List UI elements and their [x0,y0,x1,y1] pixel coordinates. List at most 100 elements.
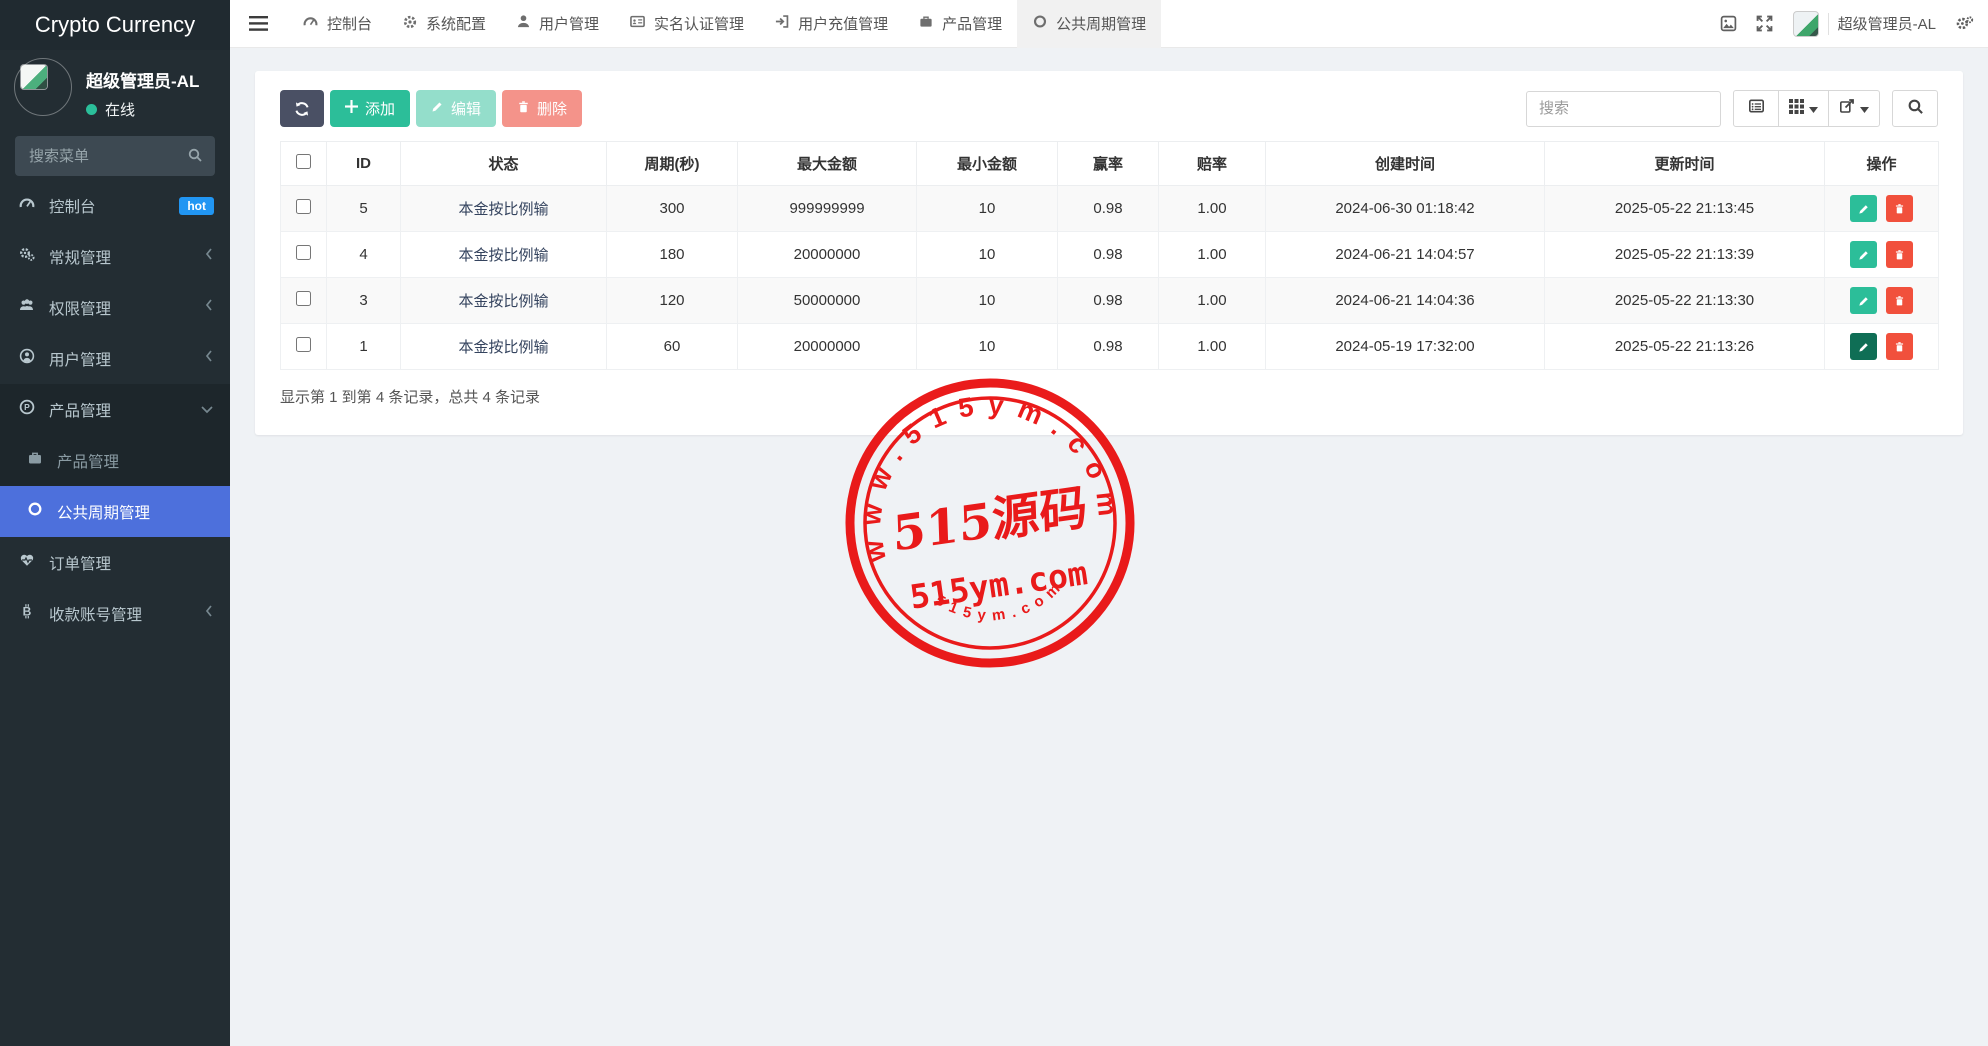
tab-dashboard[interactable]: 控制台 [287,0,387,48]
fullscreen-icon[interactable] [1747,0,1783,48]
sidebar-item-public-period[interactable]: 公共周期管理 [0,486,230,537]
sidebar-item-label: 订单管理 [49,555,112,573]
add-button-label: 添加 [365,101,396,118]
sidebar-item-label: 常规管理 [49,249,112,267]
settings-gears-icon[interactable] [1946,0,1982,48]
cell-created: 2024-06-30 01:18:42 [1265,185,1545,232]
table-header-row: ID 状态 周期(秒) 最大金额 最小金额 赢率 赔率 创建时间 更新时间 操作 [280,141,1939,186]
row-edit-button[interactable] [1850,241,1878,268]
table-row: 5 本金按比例输 300 999999999 10 0.98 1.00 2024… [280,185,1939,232]
delete-button-label: 删除 [537,101,568,118]
row-delete-button[interactable] [1885,241,1913,268]
cell-max: 20000000 [737,231,917,278]
circle-icon [1032,14,1048,33]
column-header-period: 周期(秒) [606,141,738,186]
delete-button[interactable]: 删除 [502,90,583,127]
caret-down-icon [1860,100,1869,118]
top-navbar: 控制台 系统配置 用户管理 实名认证管理 用户充值管理 产品管理 公共周期管理 … [230,0,1988,48]
select-all-checkbox[interactable] [296,154,311,169]
cell-win: 0.98 [1057,323,1159,370]
cell-status[interactable]: 本金按比例输 [400,277,607,324]
cell-id: 3 [326,277,401,324]
column-header-status: 状态 [400,141,607,186]
user-status: 在线 [86,99,199,120]
row-checkbox[interactable] [296,245,311,260]
trash-icon [517,100,530,118]
row-delete-button[interactable] [1885,195,1913,222]
dashboard-icon [302,14,319,33]
sidebar-item-orders[interactable]: 订单管理 [0,537,230,588]
tab-user-recharge[interactable]: 用户充值管理 [759,0,903,48]
watermark-subtitle: 515ym.com [907,553,1090,617]
search-submit-button[interactable] [1892,90,1938,127]
column-header-max: 最大金额 [737,141,917,186]
cell-period: 180 [606,231,738,278]
user-icon [516,14,531,33]
tab-product-manage[interactable]: 产品管理 [903,0,1017,48]
row-checkbox[interactable] [296,291,311,306]
cell-updated: 2025-05-22 21:13:26 [1544,323,1825,370]
image-icon[interactable] [1711,0,1747,48]
cell-min: 10 [916,277,1058,324]
cell-actions [1824,185,1939,232]
id-card-icon [629,14,646,33]
tab-label: 控制台 [327,16,373,33]
add-button[interactable]: 添加 [330,90,411,127]
columns-button[interactable] [1778,90,1829,127]
tab-public-period[interactable]: 公共周期管理 [1017,0,1162,48]
gears-icon [18,246,37,267]
edit-button[interactable]: 编辑 [416,90,497,127]
briefcase-icon [918,14,934,33]
refresh-button[interactable] [280,90,324,127]
sidebar-item-dashboard[interactable]: 控制台 hot [0,180,230,231]
view-button-group [1733,90,1880,127]
svg-text:515ym.com: 515ym.com [931,574,1072,633]
cell-id: 4 [326,231,401,278]
row-checkbox[interactable] [296,337,311,352]
sign-in-icon [774,14,790,33]
row-edit-button[interactable] [1850,333,1878,360]
svg-text:B: B [23,605,32,619]
tab-system-config[interactable]: 系统配置 [387,0,501,48]
cell-updated: 2025-05-22 21:13:45 [1544,185,1825,232]
users-icon [18,297,37,318]
cell-created: 2024-06-21 14:04:36 [1265,277,1545,324]
table-card: 添加 编辑 删除 搜索 ID 状态 周期(秒) 最大金额 最小金额 赢率 赔率 … [255,71,1963,435]
sidebar-item-label: 公共周期管理 [57,504,151,522]
sidebar-item-users[interactable]: 用户管理 [0,333,230,384]
detail-view-button[interactable] [1733,90,1779,127]
sidebar-item-label: 权限管理 [49,300,112,318]
export-button[interactable] [1828,90,1880,127]
grid-icon [1789,98,1804,119]
record-summary: 显示第 1 到第 4 条记录，总共 4 条记录 [280,389,541,406]
sidebar-item-products-parent[interactable]: P 产品管理 [0,384,230,435]
sidebar-menu: 控制台 hot 常规管理 权限管理 用户管理 P 产品管理 产品管理 公共周期管… [0,180,230,639]
cell-max: 999999999 [737,185,917,232]
row-edit-button[interactable] [1850,287,1878,314]
navbar-user-menu[interactable]: 超级管理员-AL [1783,0,1946,48]
main-content: 添加 编辑 删除 搜索 ID 状态 周期(秒) 最大金额 最小金额 赢率 赔率 … [230,48,1988,1046]
cell-status[interactable]: 本金按比例输 [400,231,607,278]
tab-identity-verify[interactable]: 实名认证管理 [614,0,759,48]
cell-period: 60 [606,323,738,370]
sidebar-item-permissions[interactable]: 权限管理 [0,282,230,333]
row-edit-button[interactable] [1850,195,1878,222]
cell-updated: 2025-05-22 21:13:39 [1544,231,1825,278]
sidebar-toggle-button[interactable] [230,0,287,48]
table-search-input[interactable] [1526,90,1721,127]
navbar-user-name: 超级管理员-AL [1837,16,1936,33]
sidebar-search-input[interactable] [15,136,215,176]
sidebar-item-product-manage[interactable]: 产品管理 [0,435,230,486]
tab-user-manage[interactable]: 用户管理 [501,0,614,48]
row-delete-button[interactable] [1885,333,1913,360]
cell-status[interactable]: 本金按比例输 [400,323,607,370]
cell-status[interactable]: 本金按比例输 [400,185,607,232]
row-delete-button[interactable] [1885,287,1913,314]
tab-label: 用户充值管理 [798,16,889,33]
online-dot-icon [86,104,97,115]
cell-win: 0.98 [1057,231,1159,278]
sidebar-item-payment-accounts[interactable]: B 收款账号管理 [0,588,230,639]
sidebar-item-general[interactable]: 常规管理 [0,231,230,282]
row-checkbox[interactable] [296,199,311,214]
search-icon [1907,98,1924,120]
